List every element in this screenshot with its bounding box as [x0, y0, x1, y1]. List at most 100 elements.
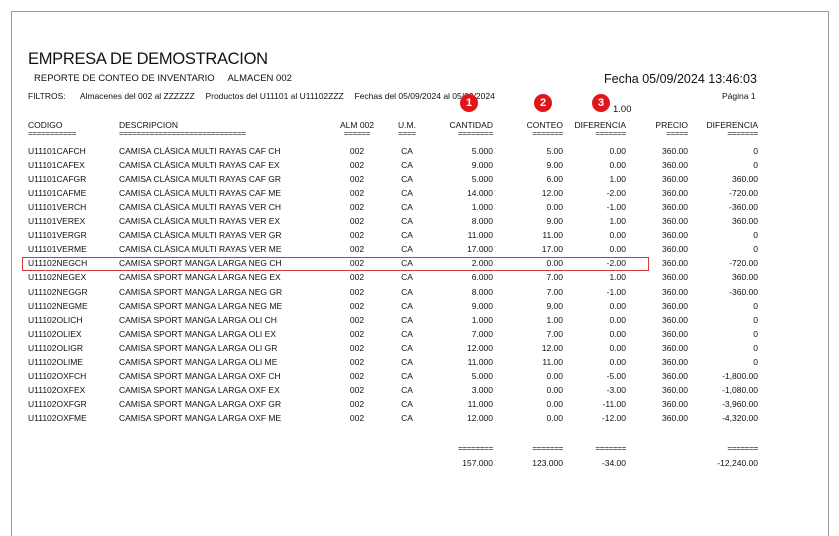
cell-cantidad: 17.000	[467, 244, 493, 255]
cell-diferencia: -1.00	[606, 286, 626, 297]
cell-um: CA	[401, 398, 413, 409]
cell-diferencia-valor: 360.00	[732, 174, 758, 185]
cell-diferencia: -5.00	[606, 370, 626, 381]
total-separator-conteo: =======	[532, 444, 563, 453]
cell-alm: 002	[349, 328, 365, 339]
cell-cantidad: 8.000	[471, 216, 493, 227]
cell-descripcion: CAMISA SPORT MANGA LARGA OLI GR	[119, 342, 278, 353]
table-row: U11101VERCH CAMISA CLÁSICA MULTI RAYAS VE…	[0, 202, 839, 216]
cell-codigo: U11102OLIME	[28, 356, 83, 367]
cell-descripcion: CAMISA SPORT MANGA LARGA OXF EX	[119, 384, 280, 395]
cell-precio: 360.00	[662, 384, 688, 395]
badge-3: 3	[592, 94, 610, 112]
separator-precio: =====	[666, 129, 688, 138]
cell-conteo: 0.00	[546, 202, 563, 213]
cell-codigo: U11101VERGR	[28, 230, 87, 241]
cell-alm: 002	[349, 146, 365, 156]
table-row: U11102OXFCH CAMISA SPORT MANGA LARGA OXF …	[0, 371, 839, 385]
cell-diferencia-valor: 0	[753, 160, 758, 171]
separator-codigo: ===========	[28, 129, 77, 138]
cell-precio: 360.00	[662, 202, 688, 213]
cell-conteo: 0.00	[546, 412, 563, 423]
cell-alm: 002	[349, 174, 365, 185]
cell-conteo: 7.00	[546, 328, 563, 339]
cell-diferencia: 0.00	[609, 244, 626, 255]
cell-diferencia: 0.00	[609, 314, 626, 325]
cell-descripcion: CAMISA SPORT MANGA LARGA OLI CH	[119, 314, 277, 325]
cell-codigo: U11102NEGEX	[28, 272, 87, 283]
cell-um: CA	[401, 314, 413, 325]
badge-1: 1	[460, 94, 478, 112]
cell-precio: 360.00	[662, 342, 688, 353]
cell-descripcion: CAMISA CLÁSICA MULTI RAYAS CAF CH	[119, 146, 281, 156]
total-conteo: 123.000	[532, 458, 563, 468]
company-name: EMPRESA DE DEMOSTRACION	[28, 50, 268, 68]
cell-conteo: 0.00	[546, 398, 563, 409]
cell-precio: 360.00	[662, 300, 688, 311]
report-almacen: ALMACEN 002	[227, 73, 292, 84]
cell-diferencia-valor: -3,960.00	[722, 398, 758, 409]
cell-cantidad: 1.000	[471, 314, 493, 325]
cell-alm: 002	[349, 384, 365, 395]
cell-diferencia: -1.00	[606, 202, 626, 213]
cell-diferencia: 0.00	[609, 356, 626, 367]
cell-alm: 002	[349, 272, 365, 283]
cell-um: CA	[401, 188, 413, 199]
cell-conteo: 6.00	[546, 174, 563, 185]
cell-cantidad: 9.000	[471, 300, 493, 311]
page-number: Página 1	[722, 91, 756, 101]
cell-codigo: U11102NEGGR	[28, 286, 88, 297]
cell-codigo: U11101CAFEX	[28, 160, 85, 171]
cell-alm: 002	[349, 370, 365, 381]
cell-cantidad: 3.000	[471, 384, 493, 395]
cell-precio: 360.00	[662, 272, 688, 283]
cell-descripcion: CAMISA CLÁSICA MULTI RAYAS VER ME	[119, 244, 282, 255]
cell-um: CA	[401, 146, 413, 156]
total-separator-cantidad: ========	[458, 444, 493, 453]
table-row: U11102OXFEX CAMISA SPORT MANGA LARGA OXF …	[0, 385, 839, 399]
cell-um: CA	[401, 202, 413, 213]
total-separator-diferencia-valor: =======	[727, 444, 758, 453]
cell-alm: 002	[349, 286, 365, 297]
cell-conteo: 11.00	[542, 356, 563, 367]
cell-alm: 002	[349, 216, 365, 227]
cell-descripcion: CAMISA SPORT MANGA LARGA OLI ME	[119, 356, 278, 367]
cell-descripcion: CAMISA CLÁSICA MULTI RAYAS VER CH	[119, 202, 282, 213]
cell-alm: 002	[349, 188, 365, 199]
filters-label: FILTROS:	[28, 91, 66, 101]
cell-diferencia-valor: 0	[753, 342, 758, 353]
cell-alm: 002	[349, 356, 365, 367]
cell-diferencia-valor: 0	[753, 230, 758, 241]
cell-diferencia-valor: 0	[753, 244, 758, 255]
cell-cantidad: 11.000	[467, 356, 493, 367]
cell-diferencia-valor: 0	[753, 300, 758, 311]
cell-um: CA	[401, 230, 413, 241]
cell-cantidad: 14.000	[467, 188, 493, 199]
report-title: REPORTE DE CONTEO DE INVENTARIO ALMACEN …	[34, 73, 292, 84]
cell-diferencia-valor: -360.00	[729, 286, 758, 297]
cell-precio: 360.00	[662, 160, 688, 171]
table-row: U11102OLIGR CAMISA SPORT MANGA LARGA OLI …	[0, 343, 839, 357]
cell-codigo: U11101VERME	[28, 244, 87, 255]
cell-alm: 002	[349, 244, 365, 255]
cell-alm: 002	[349, 300, 365, 311]
cell-descripcion: CAMISA CLÁSICA MULTI RAYAS CAF GR	[119, 174, 282, 185]
cell-precio: 360.00	[662, 188, 688, 199]
table-row: U11102OXFME CAMISA SPORT MANGA LARGA OXF …	[0, 413, 839, 427]
filters-productos: Productos del U11101 al U11102ZZZ	[205, 91, 344, 101]
total-cantidad: 157.000	[462, 458, 493, 468]
cell-codigo: U11102NEGME	[28, 300, 88, 311]
cell-precio: 360.00	[662, 328, 688, 339]
cell-diferencia: 1.00	[609, 216, 626, 227]
cell-diferencia-valor: 360.00	[732, 216, 758, 227]
table-row: U11102NEGEX CAMISA SPORT MANGA LARGA NEG …	[0, 272, 839, 286]
cell-cantidad: 8.000	[471, 286, 493, 297]
table-row: U11102OXFGR CAMISA SPORT MANGA LARGA OXF …	[0, 399, 839, 413]
cell-alm: 002	[349, 314, 365, 325]
cell-cantidad: 6.000	[471, 272, 493, 283]
cell-cantidad: 11.000	[467, 230, 493, 241]
cell-alm: 002	[349, 230, 365, 241]
table-row: U11102NEGME CAMISA SPORT MANGA LARGA NEG …	[0, 301, 839, 315]
cell-um: CA	[401, 272, 413, 283]
cell-diferencia-valor: -720.00	[729, 188, 758, 199]
